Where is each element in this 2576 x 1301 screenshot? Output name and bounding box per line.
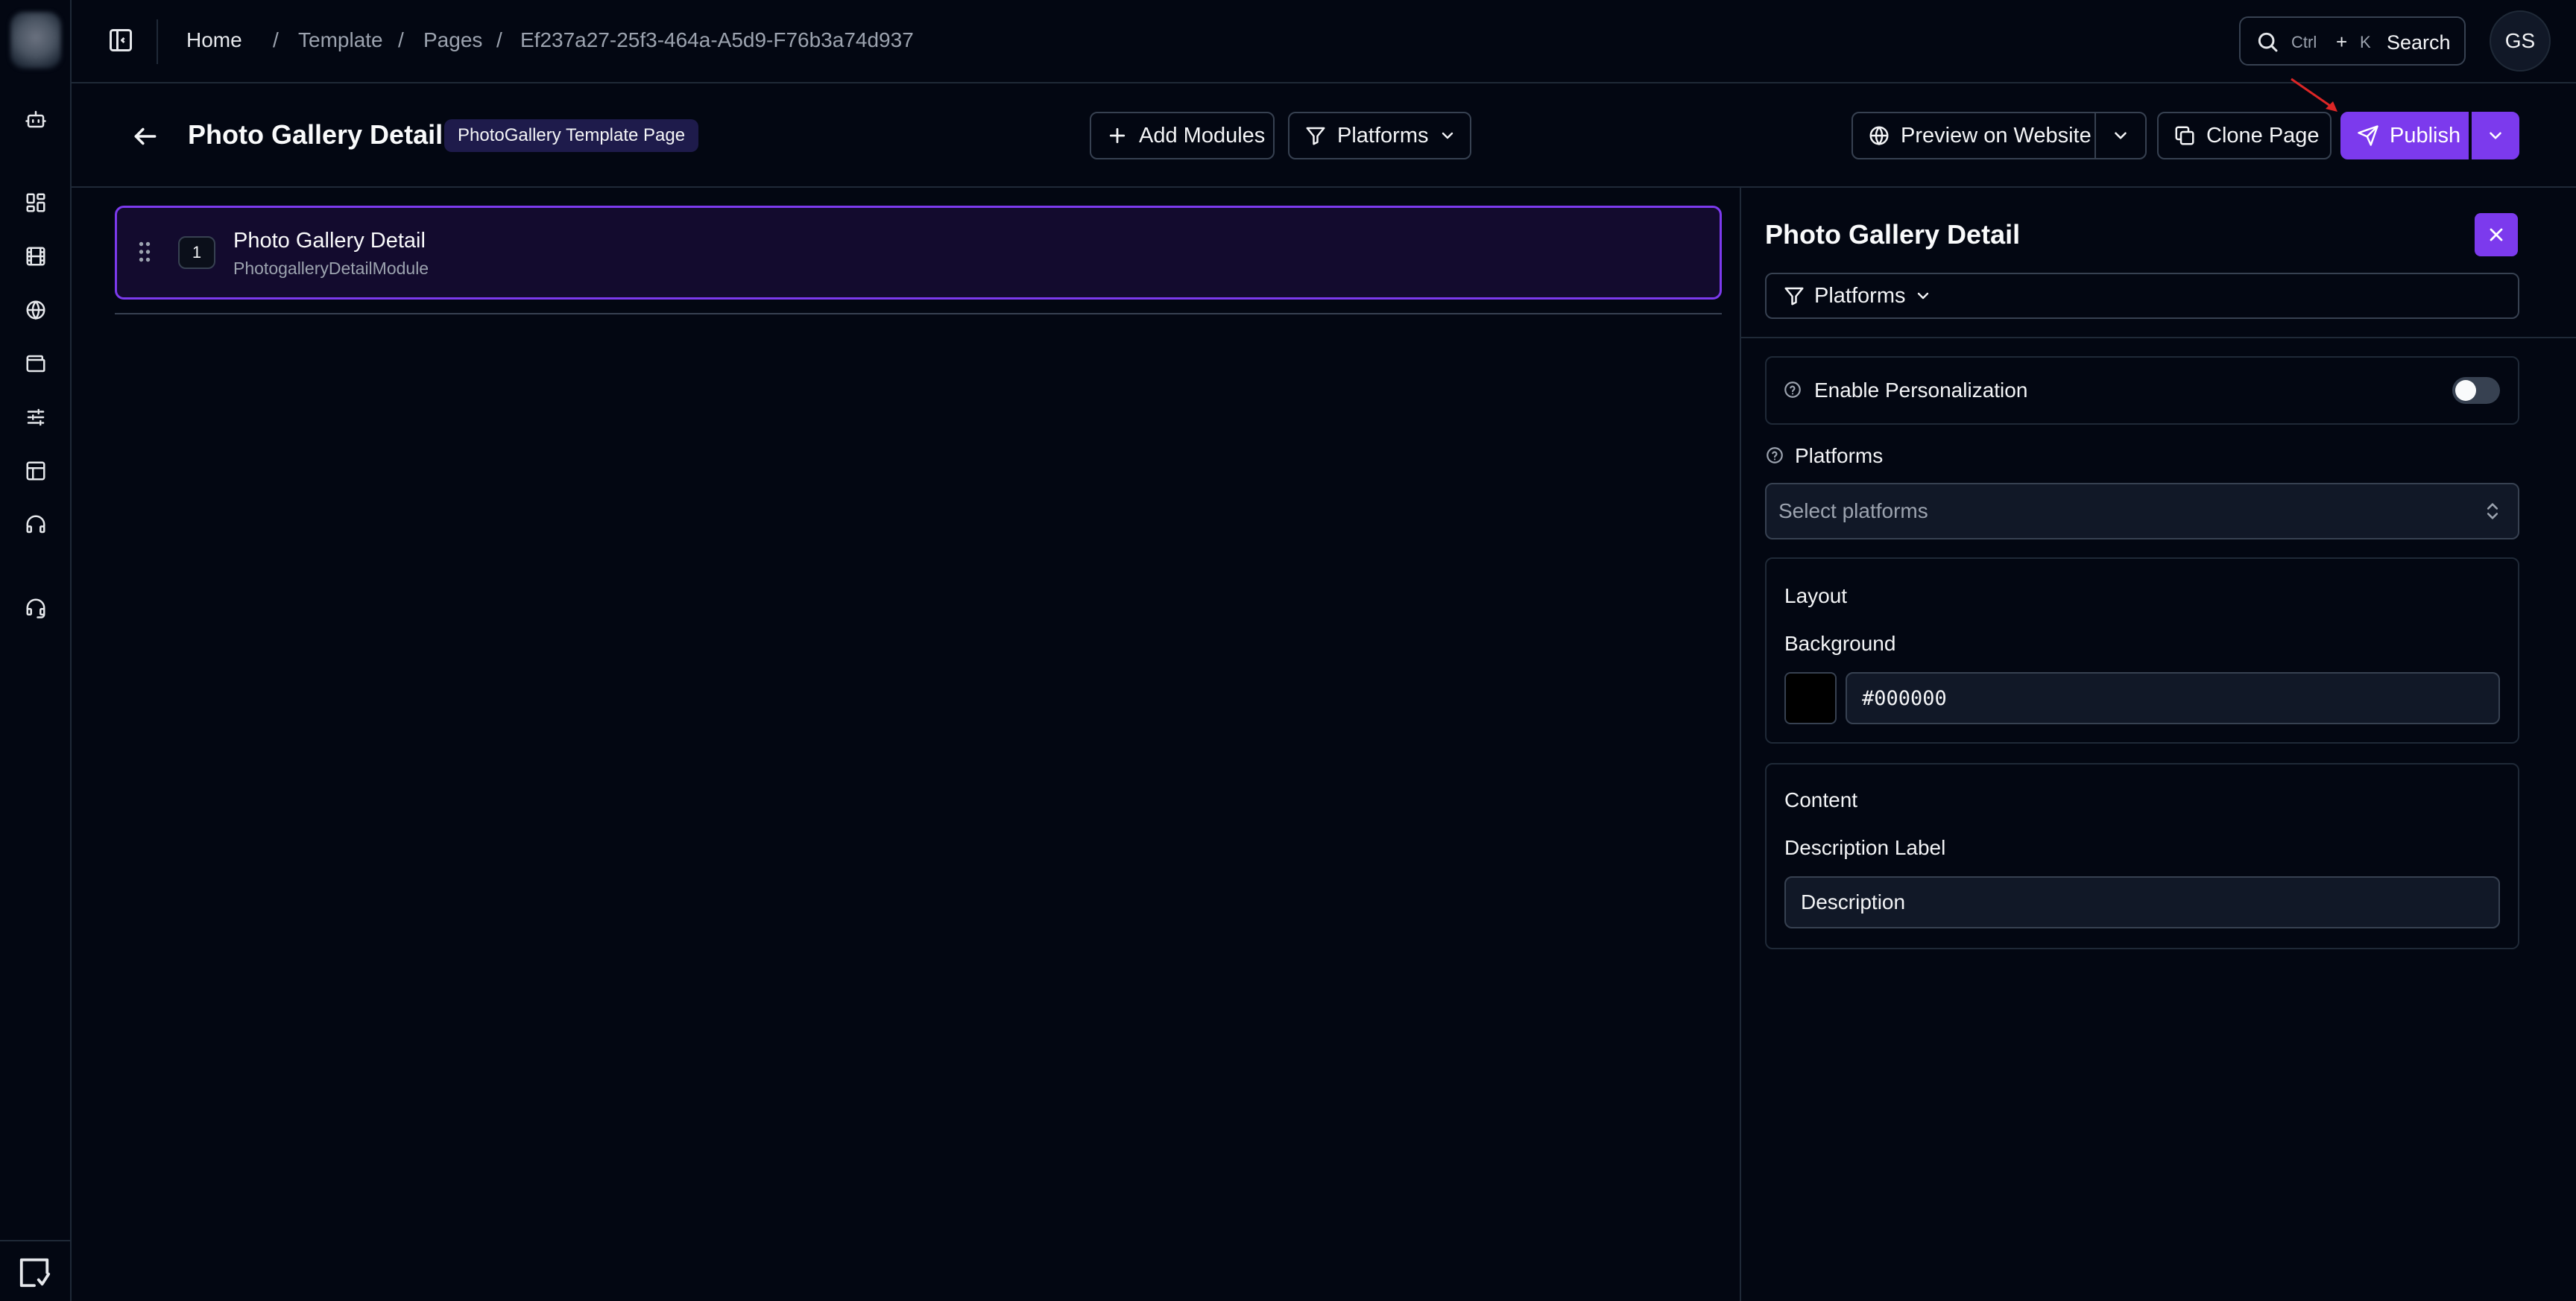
breadcrumb-home[interactable]: Home bbox=[186, 28, 242, 52]
chevron-down-icon bbox=[1442, 132, 1453, 139]
chevron-down-icon bbox=[2490, 132, 2501, 139]
search-icon bbox=[2255, 30, 2279, 54]
preview-dropdown-button[interactable] bbox=[2094, 112, 2147, 159]
page-title: Photo Gallery Detail bbox=[188, 119, 443, 150]
wallet-icon[interactable] bbox=[18, 346, 54, 382]
platforms-select-placeholder: Select platforms bbox=[1778, 499, 1928, 522]
app-switch-icon[interactable] bbox=[13, 1253, 55, 1292]
template-badge-label: PhotoGallery Template Page bbox=[458, 125, 686, 145]
description-label-label: Description Label bbox=[1784, 836, 1946, 859]
enable-personalization-toggle[interactable] bbox=[2452, 377, 2500, 404]
kbd-plus: + bbox=[2336, 31, 2348, 53]
search-button[interactable]: Ctrl + K Search bbox=[2239, 16, 2466, 66]
module-title: Photo Gallery Detail bbox=[233, 229, 426, 253]
chevrons-up-down-icon bbox=[2482, 501, 2503, 522]
module-settings-panel bbox=[1740, 188, 2576, 1301]
toggle-sidebar-icon[interactable] bbox=[107, 27, 134, 54]
globe-icon bbox=[1869, 126, 1889, 146]
help-icon[interactable] bbox=[1765, 446, 1784, 465]
help-icon[interactable] bbox=[1783, 380, 1802, 399]
publish-dropdown-button[interactable] bbox=[2472, 112, 2519, 159]
kbd-ctrl: Ctrl bbox=[2291, 33, 2317, 51]
drag-handle-icon[interactable] bbox=[138, 241, 151, 263]
module-subtitle: PhotogalleryDetailModule bbox=[233, 259, 429, 278]
headset-icon[interactable] bbox=[18, 590, 54, 626]
template-badge: PhotoGallery Template Page bbox=[444, 119, 699, 152]
clone-page-button[interactable]: Clone Page bbox=[2157, 112, 2332, 159]
layout-heading: Layout bbox=[1784, 584, 1848, 607]
breadcrumb-separator: / bbox=[398, 28, 404, 51]
sidebar bbox=[0, 0, 72, 1301]
panel-divider bbox=[1740, 337, 2576, 338]
sliders-icon[interactable] bbox=[18, 399, 54, 435]
dashboard-icon[interactable] bbox=[18, 185, 54, 221]
app-logo[interactable] bbox=[10, 12, 61, 69]
close-panel-button[interactable] bbox=[2475, 213, 2518, 256]
background-label: Background bbox=[1784, 632, 1896, 655]
panel-platforms-filter[interactable]: Platforms bbox=[1765, 273, 2519, 319]
breadcrumb-separator: / bbox=[496, 28, 502, 51]
platforms-label: Platforms bbox=[1795, 444, 1884, 467]
panel-platforms-filter-label: Platforms bbox=[1814, 283, 1906, 308]
preview-label: Preview on Website bbox=[1901, 123, 2092, 148]
filter-icon bbox=[1306, 127, 1325, 145]
preview-on-website-button[interactable]: Preview on Website bbox=[1852, 112, 2096, 159]
chevron-down-icon bbox=[2115, 132, 2127, 139]
close-icon bbox=[2490, 228, 2503, 241]
layout-icon[interactable] bbox=[18, 453, 54, 489]
publish-label: Publish bbox=[2390, 123, 2461, 148]
chevron-down-icon bbox=[1918, 292, 1929, 300]
background-color-input[interactable]: #000000 bbox=[1846, 672, 2500, 724]
clone-page-label: Clone Page bbox=[2206, 123, 2320, 148]
headphones-icon[interactable] bbox=[18, 507, 54, 542]
platforms-filter-button[interactable]: Platforms bbox=[1288, 112, 1471, 159]
search-label: Search bbox=[2387, 31, 2451, 54]
bot-icon[interactable] bbox=[18, 101, 54, 137]
topbar-divider bbox=[157, 19, 158, 64]
user-avatar[interactable]: GS bbox=[2490, 10, 2551, 72]
add-modules-button[interactable]: Add Modules bbox=[1090, 112, 1275, 159]
filter-icon bbox=[1784, 287, 1804, 306]
module-card[interactable]: 1 Photo Gallery Detail PhotogalleryDetai… bbox=[115, 206, 1722, 300]
description-label-input[interactable]: Description bbox=[1784, 876, 2500, 928]
sidebar-footer bbox=[0, 1240, 72, 1301]
publish-button[interactable]: Publish bbox=[2340, 112, 2469, 159]
background-color-swatch[interactable] bbox=[1784, 672, 1837, 724]
kbd-k: K bbox=[2360, 33, 2371, 51]
enable-personalization-label: Enable Personalization bbox=[1814, 379, 2028, 402]
plus-icon bbox=[1109, 127, 1126, 144]
send-icon bbox=[2358, 125, 2378, 146]
drop-zone-divider bbox=[115, 313, 1722, 314]
breadcrumb-page-id: Ef237a27-25f3-464a-A5d9-F76b3a74d937 bbox=[520, 28, 914, 51]
back-arrow-icon[interactable] bbox=[131, 122, 160, 151]
breadcrumb-pages[interactable]: Pages bbox=[423, 28, 482, 52]
module-index-badge: 1 bbox=[178, 236, 215, 269]
panel-title: Photo Gallery Detail bbox=[1765, 219, 2021, 250]
content-heading: Content bbox=[1784, 788, 1858, 811]
globe-icon[interactable] bbox=[18, 292, 54, 328]
add-modules-label: Add Modules bbox=[1139, 123, 1266, 148]
film-icon[interactable] bbox=[18, 238, 54, 274]
breadcrumb-template[interactable]: Template bbox=[298, 28, 383, 52]
breadcrumb-separator: / bbox=[273, 28, 279, 51]
platforms-select[interactable]: Select platforms bbox=[1765, 483, 2519, 539]
toggle-knob bbox=[2455, 380, 2476, 401]
platforms-filter-label: Platforms bbox=[1337, 123, 1429, 148]
copy-icon bbox=[2175, 126, 2194, 145]
